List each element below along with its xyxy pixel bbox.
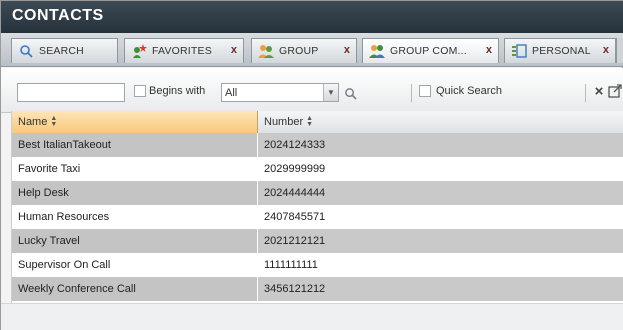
contact-name: Help Desk — [12, 181, 258, 205]
tab-label: FAVORITES — [152, 45, 212, 57]
search-toolbar: Begins with All ▼ Quick Search × — [1, 68, 623, 113]
table-header: Name ▲ ▼ Number ▲ ▼ — [12, 111, 623, 133]
personal-icon — [511, 43, 527, 59]
toolbar-divider — [585, 84, 586, 102]
search-icon — [18, 43, 34, 59]
close-icon[interactable]: x — [603, 44, 609, 56]
table-row[interactable]: Favorite Taxi 2029999999 — [12, 157, 623, 181]
contacts-table: Name ▲ ▼ Number ▲ ▼ Best ItalianTakeout 20… — [11, 111, 623, 303]
tab-group[interactable]: GROUP x — [251, 38, 357, 63]
search-input[interactable] — [17, 83, 125, 102]
toolbar-divider — [411, 84, 412, 102]
contact-number: 3456121212 — [258, 277, 623, 301]
begins-with-label: Begins with — [149, 85, 206, 97]
sort-icon: ▲ ▼ — [50, 115, 58, 128]
begins-with-option[interactable]: Begins with — [134, 85, 205, 97]
contact-number: 1111111111 — [258, 253, 623, 277]
table-row[interactable]: Help Desk 2024444444 — [12, 181, 623, 205]
tab-label: GROUP COM... — [390, 45, 467, 57]
filter-select-value: All — [225, 86, 238, 99]
table-row[interactable]: Lucky Travel 2021212121 — [12, 229, 623, 253]
favorites-icon — [131, 43, 147, 59]
column-header-name[interactable]: Name ▲ ▼ — [12, 111, 258, 133]
tab-group-common[interactable]: GROUP COM... x — [362, 38, 499, 63]
contact-number: 2024124333 — [258, 133, 623, 157]
table-row[interactable]: Human Resources 2407845571 — [12, 205, 623, 229]
tab-label: GROUP — [279, 45, 319, 57]
title-bar: CONTACTS — [1, 1, 623, 33]
contact-name: Lucky Travel — [12, 229, 258, 253]
sort-icon: ▲ ▼ — [306, 115, 314, 128]
contact-name: Favorite Taxi — [12, 157, 258, 181]
contact-name: Best ItalianTakeout — [12, 133, 258, 157]
group-common-icon — [369, 43, 385, 59]
clear-icon[interactable]: × — [592, 82, 606, 100]
contact-number: 2407845571 — [258, 205, 623, 229]
contact-name: Human Resources — [12, 205, 258, 229]
quick-search-label: Quick Search — [436, 85, 503, 97]
close-icon[interactable]: x — [344, 44, 350, 56]
tab-bar: SEARCH FAVORITES x GROUP x GROUP COM... … — [1, 33, 623, 67]
tab-personal[interactable]: PERSONAL x — [504, 38, 616, 63]
close-icon[interactable]: x — [486, 44, 492, 56]
begins-with-checkbox[interactable] — [134, 85, 146, 97]
tab-label: PERSONAL — [532, 45, 591, 57]
quick-search-checkbox[interactable] — [419, 85, 431, 97]
contact-name: Supervisor On Call — [12, 253, 258, 277]
tab-favorites[interactable]: FAVORITES x — [124, 38, 244, 63]
column-header-number[interactable]: Number ▲ ▼ — [258, 111, 623, 133]
contact-name: Weekly Conference Call — [12, 277, 258, 301]
tab-scroll-button[interactable] — [616, 38, 623, 63]
contact-number: 2029999999 — [258, 157, 623, 181]
table-row[interactable]: Best ItalianTakeout 2024124333 — [12, 133, 623, 157]
tab-label: SEARCH — [39, 45, 84, 57]
table-row[interactable]: Weekly Conference Call 3456121212 — [12, 277, 623, 301]
chevron-down-icon[interactable]: ▼ — [323, 84, 338, 101]
filter-select[interactable]: All ▼ — [221, 83, 339, 102]
search-icon — [344, 87, 357, 100]
quick-search-option[interactable]: Quick Search — [419, 85, 502, 97]
panel-footer — [1, 303, 623, 330]
contact-number: 2024444444 — [258, 181, 623, 205]
contacts-panel: CONTACTS SEARCH FAVORITES x GROUP x GROU… — [0, 0, 623, 330]
close-icon[interactable]: x — [231, 44, 237, 56]
contact-number: 2021212121 — [258, 229, 623, 253]
table-row[interactable]: Supervisor On Call 1111111111 — [12, 253, 623, 277]
group-icon — [258, 43, 274, 59]
popout-icon[interactable] — [608, 84, 622, 98]
panel-title: CONTACTS — [12, 7, 104, 24]
search-button[interactable] — [341, 84, 359, 102]
tab-search[interactable]: SEARCH — [11, 38, 118, 63]
